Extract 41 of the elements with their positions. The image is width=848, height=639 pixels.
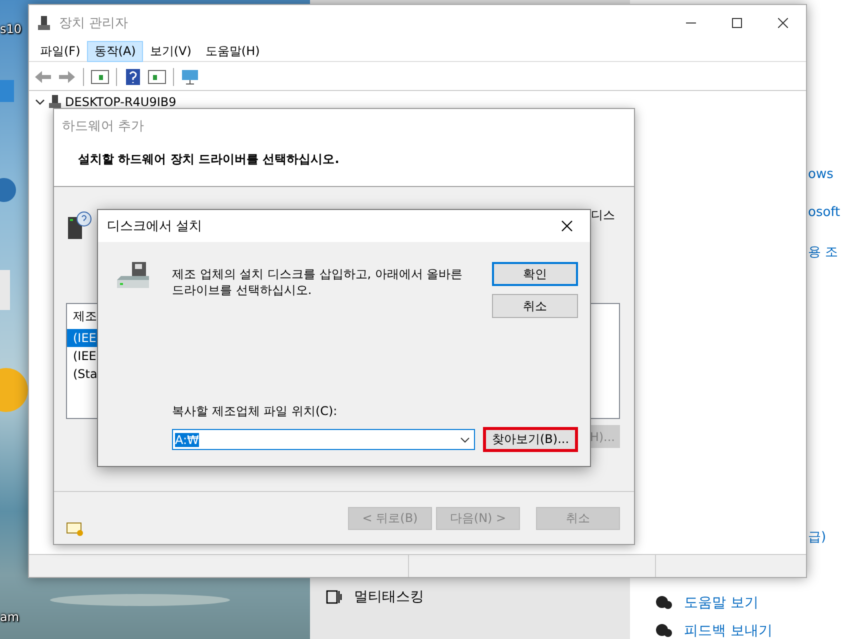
- help-button[interactable]: [123, 67, 143, 87]
- tree-item[interactable]: DESKTOP-R4U9IB9: [65, 95, 176, 109]
- desktop-icon-label: am: [0, 610, 20, 624]
- dialog-title: 디스크에서 설치: [107, 218, 202, 235]
- panel-button[interactable]: [90, 67, 110, 87]
- help-link[interactable]: 피드백 보내기: [684, 622, 772, 639]
- settings-link[interactable]: 용 조: [808, 243, 838, 261]
- location-combo-box[interactable]: A:₩: [172, 429, 475, 450]
- dropdown-caret-icon: [460, 436, 470, 442]
- menu-item[interactable]: 파일(F): [33, 40, 88, 62]
- instruction-text: 제조 업체의 설치 디스크를 삽입하고, 아래에서 올바른 드라이브를 선택하십시오.: [172, 266, 464, 298]
- computer-icon: [37, 15, 51, 31]
- hardware-icon: [66, 211, 92, 241]
- field-label: 복사할 제조업체 파일 위치(C):: [172, 403, 338, 420]
- ok-button[interactable]: 확인: [492, 262, 578, 286]
- cancel-button[interactable]: 취소: [492, 294, 578, 318]
- list-header: 제조: [72, 308, 98, 325]
- desktop-icon-label: s10: [0, 22, 22, 36]
- menu-item[interactable]: 도움말(H): [198, 40, 267, 62]
- settings-link[interactable]: osoft: [808, 205, 840, 220]
- settings-link[interactable]: 급): [808, 528, 826, 546]
- menu-item[interactable]: 동작(A): [87, 40, 143, 62]
- chevron-icon[interactable]: [35, 97, 45, 107]
- close-icon: [561, 220, 573, 232]
- side-text: 디스: [591, 207, 615, 224]
- multitasking-icon: [326, 589, 342, 605]
- menu-item[interactable]: 보기(V): [142, 40, 198, 62]
- dialog-title: 하드웨어 추가: [62, 118, 146, 135]
- wizard-heading: 설치할 하드웨어 장치 드라이버를 선택하십시오.: [78, 151, 340, 168]
- help-link[interactable]: 도움말 보기: [684, 594, 758, 612]
- certificate-icon: [66, 521, 84, 537]
- maximize-icon: [732, 18, 742, 28]
- window-title: 장치 관리자: [59, 15, 128, 32]
- panel-button[interactable]: [147, 67, 167, 87]
- settings-menu-item[interactable]: 멀티태스킹: [354, 588, 424, 606]
- settings-link[interactable]: ows: [808, 167, 834, 182]
- close-icon: [778, 18, 788, 28]
- browse-button[interactable]: 찾아보기(B)...: [483, 427, 578, 452]
- computer-icon: [49, 95, 61, 109]
- monitor-scan-icon[interactable]: [180, 67, 200, 87]
- floppy-drive-icon: [116, 262, 150, 290]
